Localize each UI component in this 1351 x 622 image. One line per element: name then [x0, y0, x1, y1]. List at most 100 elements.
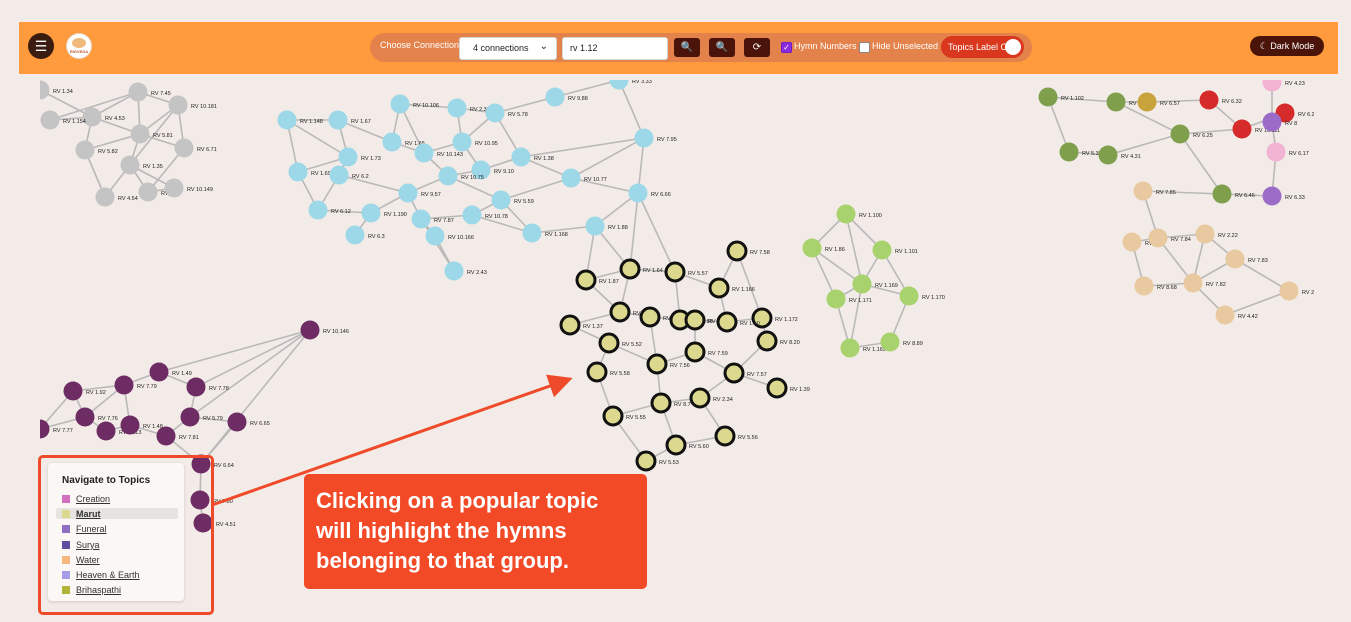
hymn-node-circle[interactable]	[756, 330, 778, 352]
hymn-node[interactable]: RV 2.34	[689, 387, 733, 409]
hymn-node[interactable]: RV 10.166	[425, 226, 474, 246]
hymn-node-circle[interactable]	[726, 240, 748, 262]
hymn-node-circle[interactable]	[156, 426, 176, 446]
hymn-node[interactable]: RV 5.58	[586, 361, 630, 383]
logo-icon[interactable]: RIGVEDA	[66, 33, 92, 59]
hymn-node[interactable]: RV 8.20	[756, 330, 800, 352]
hymn-node-circle[interactable]	[75, 407, 95, 427]
hymn-node-circle[interactable]	[338, 147, 358, 167]
hymn-node[interactable]: RV 1.39	[766, 377, 810, 399]
hymn-node[interactable]: RV 6.25	[1170, 124, 1213, 144]
hymn-node-circle[interactable]	[1262, 112, 1282, 132]
hymn-node-circle[interactable]	[138, 182, 158, 202]
hymn-node-circle[interactable]	[802, 238, 822, 258]
hymn-node-circle[interactable]	[1148, 228, 1168, 248]
topics-label-toggle[interactable]: Topics Label On	[941, 36, 1024, 58]
hymn-node-circle[interactable]	[382, 132, 402, 152]
hymn-node[interactable]: RV 1.73	[338, 147, 381, 167]
hymn-node-circle[interactable]	[689, 387, 711, 409]
hymn-node-circle[interactable]	[130, 124, 150, 144]
hymn-node-circle[interactable]	[1098, 145, 1118, 165]
hymn-node[interactable]: RV 5.55	[602, 405, 646, 427]
hymn-node-circle[interactable]	[485, 103, 505, 123]
hymn-node-circle[interactable]	[1279, 281, 1299, 301]
hymn-node[interactable]: RV 7.45	[128, 82, 171, 102]
hymn-node[interactable]: RV 1.38	[511, 147, 554, 167]
hymn-node[interactable]: RV 7.87	[411, 209, 454, 229]
hymn-node-circle[interactable]	[723, 362, 745, 384]
hymn-node-circle[interactable]	[665, 434, 687, 456]
hymn-node-circle[interactable]	[664, 261, 686, 283]
hymn-node-circle[interactable]	[598, 332, 620, 354]
hymn-node-circle[interactable]	[586, 361, 608, 383]
zoom-out-icon[interactable]: 🔍	[709, 38, 735, 57]
hymn-node-circle[interactable]	[227, 412, 247, 432]
hymn-node[interactable]: RV 4.54	[95, 187, 138, 207]
hymn-node[interactable]: RV 1.154	[40, 110, 86, 130]
hymn-node[interactable]: RV 2.22	[1195, 224, 1238, 244]
hide-unselected-checkbox[interactable]	[859, 42, 870, 53]
hymn-node[interactable]: RV 9.57	[398, 183, 441, 203]
hymn-node-circle[interactable]	[345, 225, 365, 245]
hymn-node-circle[interactable]	[561, 168, 581, 188]
hymn-node[interactable]: RV 8.89	[880, 332, 923, 352]
hymn-node[interactable]: RV 1.170	[899, 286, 945, 306]
hymn-node[interactable]: RV 7.95	[634, 128, 677, 148]
hymn-node-circle[interactable]	[288, 162, 308, 182]
hymn-node[interactable]: RV 10.149	[164, 178, 213, 198]
hymn-node-circle[interactable]	[63, 381, 83, 401]
hymn-node[interactable]: RV 7.81	[156, 426, 199, 446]
hymn-node-circle[interactable]	[639, 306, 661, 328]
hymn-node[interactable]: RV 1.168	[522, 223, 568, 243]
hymn-node-circle[interactable]	[1133, 181, 1153, 201]
hymn-node[interactable]: RV 10.106	[390, 94, 439, 114]
hymn-node[interactable]: RV 1.165	[840, 338, 886, 358]
hymn-numbers-checkbox[interactable]: ✓	[781, 42, 792, 53]
hymn-node-circle[interactable]	[1212, 184, 1232, 204]
hymn-node-circle[interactable]	[1038, 87, 1058, 107]
hymn-node-circle[interactable]	[559, 314, 581, 336]
hymn-node[interactable]: RV 1.86	[802, 238, 845, 258]
hymn-node-circle[interactable]	[650, 392, 672, 414]
hamburger-menu-icon[interactable]: ☰	[28, 33, 54, 59]
hymn-node-circle[interactable]	[1134, 276, 1154, 296]
hymn-node-circle[interactable]	[452, 132, 472, 152]
hymn-node-circle[interactable]	[766, 377, 788, 399]
hymn-node[interactable]: RV 2.43	[444, 261, 487, 281]
hymn-node-circle[interactable]	[1183, 273, 1203, 293]
hymn-node[interactable]: RV 6.71	[174, 138, 217, 158]
hymn-node[interactable]: RV 5.79	[180, 407, 223, 427]
hymn-node-circle[interactable]	[1170, 124, 1190, 144]
hymn-node[interactable]: RV 5.81	[130, 124, 173, 144]
hymn-node-circle[interactable]	[438, 166, 458, 186]
hymn-node-circle[interactable]	[634, 128, 654, 148]
hymn-node[interactable]: RV 1.88	[585, 216, 628, 236]
hymn-node-circle[interactable]	[1266, 142, 1286, 162]
hymn-node-circle[interactable]	[1262, 80, 1282, 92]
hymn-node[interactable]: RV 1.67	[328, 110, 371, 130]
hymn-node-circle[interactable]	[390, 94, 410, 114]
hymn-node-circle[interactable]	[96, 421, 116, 441]
hymn-network-graph[interactable]: RV 7.45 RV 10.181 RV 4.53 RV 1.154 RV 5.81 RV…	[40, 80, 1314, 610]
hymn-node-circle[interactable]	[1059, 142, 1079, 162]
hymn-node-circle[interactable]	[447, 98, 467, 118]
hymn-node-circle[interactable]	[120, 155, 140, 175]
hymn-node-circle[interactable]	[462, 205, 482, 225]
hymn-node-circle[interactable]	[836, 204, 856, 224]
hymn-node-circle[interactable]	[511, 147, 531, 167]
hymn-node-circle[interactable]	[328, 110, 348, 130]
hymn-node[interactable]: RV 4.23	[1262, 80, 1305, 92]
hymn-node-circle[interactable]	[1225, 249, 1245, 269]
hymn-node-circle[interactable]	[1195, 224, 1215, 244]
hymn-node[interactable]: RV 5.57	[664, 261, 708, 283]
hymn-node-circle[interactable]	[40, 80, 50, 100]
hymn-node-circle[interactable]	[1262, 186, 1282, 206]
hymn-node-circle[interactable]	[1232, 119, 1252, 139]
hymn-node[interactable]: RV 1.100	[836, 204, 882, 224]
hymn-node-circle[interactable]	[128, 82, 148, 102]
dark-mode-button[interactable]: ☾ Dark Mode	[1250, 36, 1324, 56]
hymn-node-circle[interactable]	[174, 138, 194, 158]
hymn-node[interactable]: RV 6.66	[628, 183, 671, 203]
zoom-in-icon[interactable]: 🔍	[674, 38, 700, 57]
hymn-node-circle[interactable]	[361, 203, 381, 223]
